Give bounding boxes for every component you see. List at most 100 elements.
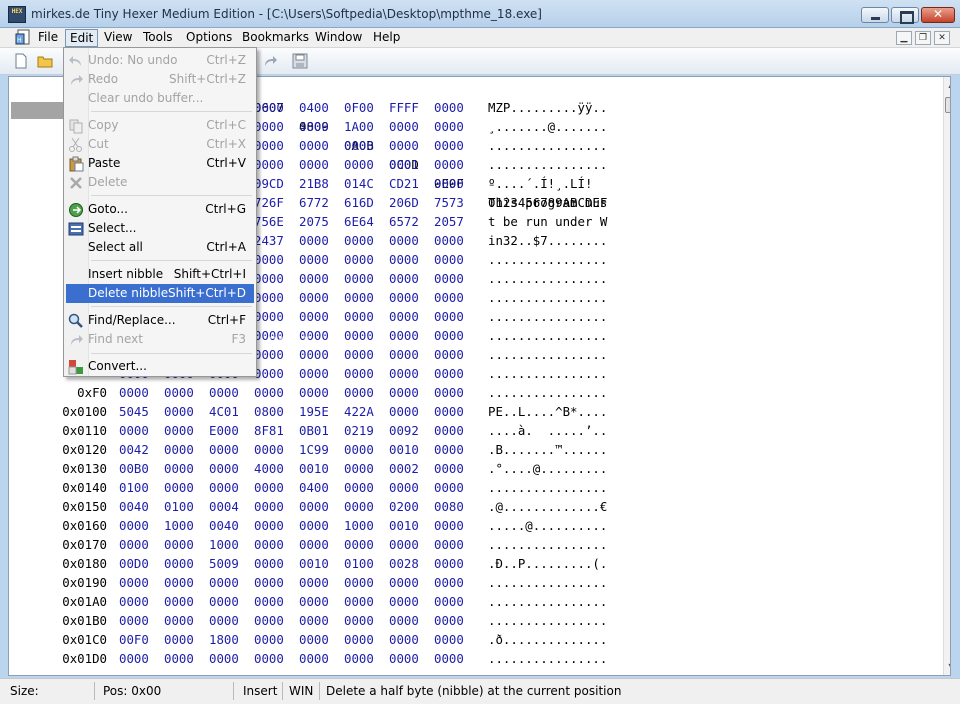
hex-byte-pair[interactable]: 1C99 bbox=[299, 440, 329, 459]
hex-byte-pair[interactable]: 0400 bbox=[299, 98, 329, 117]
hex-byte-pair[interactable]: 1A00 bbox=[344, 117, 374, 136]
hex-row[interactable]: 0xF0 0000 0000 0000 0000 0000 0000 0000 0000....… bbox=[9, 383, 939, 402]
hex-byte-pair[interactable]: 4C01 bbox=[209, 402, 239, 421]
hex-byte-pair[interactable]: 0000 bbox=[254, 592, 284, 611]
hex-byte-pair[interactable]: 0000 bbox=[299, 364, 329, 383]
hex-byte-pair[interactable]: 0000 bbox=[299, 497, 329, 516]
hex-byte-pair[interactable]: 0000 bbox=[344, 250, 374, 269]
hex-byte-pair[interactable]: 0040 bbox=[209, 516, 239, 535]
hex-byte-pair[interactable]: 0000 bbox=[164, 573, 194, 592]
hex-byte-pair[interactable]: 0F00 bbox=[344, 98, 374, 117]
ascii-text[interactable]: PE..L....^B*.... bbox=[488, 402, 607, 421]
hex-byte-pair[interactable]: 1000 bbox=[344, 516, 374, 535]
hex-byte-pair[interactable]: 0000 bbox=[389, 402, 419, 421]
hex-byte-pair[interactable]: 616D bbox=[344, 193, 374, 212]
ascii-text[interactable]: ....à. .....’.. bbox=[488, 421, 607, 440]
hex-byte-pair[interactable]: 0000 bbox=[119, 649, 149, 668]
hex-byte-pair[interactable]: 0000 bbox=[299, 516, 329, 535]
hex-row[interactable]: 0x01B0 0000 0000 0000 0000 0000 0000 0000 0000..… bbox=[9, 611, 939, 630]
hex-byte-pair[interactable]: 0000 bbox=[434, 402, 464, 421]
ascii-text[interactable]: ................ bbox=[488, 288, 607, 307]
hex-byte-pair[interactable]: 0000 bbox=[434, 155, 464, 174]
hex-byte-pair[interactable]: 5009 bbox=[209, 554, 239, 573]
hex-byte-pair[interactable]: 422A bbox=[344, 402, 374, 421]
hex-byte-pair[interactable]: 5045 bbox=[119, 402, 149, 421]
mdi-restore-button[interactable]: ❐ bbox=[915, 31, 931, 45]
ascii-text[interactable]: ................ bbox=[488, 478, 607, 497]
ascii-text[interactable]: .ð.............. bbox=[488, 630, 607, 649]
hex-byte-pair[interactable]: 0000 bbox=[344, 231, 374, 250]
hex-byte-pair[interactable]: 0000 bbox=[164, 402, 194, 421]
hex-byte-pair[interactable]: 0000 bbox=[344, 136, 374, 155]
hex-byte-pair[interactable]: 0000 bbox=[119, 516, 149, 535]
hex-byte-pair[interactable]: 0000 bbox=[389, 326, 419, 345]
hex-byte-pair[interactable]: 0000 bbox=[299, 573, 329, 592]
edit-menu-item-paste[interactable]: Paste Ctrl+V bbox=[66, 154, 254, 173]
redo-arrow-icon[interactable] bbox=[262, 53, 278, 69]
minimize-button[interactable] bbox=[861, 7, 889, 23]
hex-byte-pair[interactable]: 0000 bbox=[119, 611, 149, 630]
menu-window[interactable]: Window bbox=[311, 29, 366, 47]
hex-byte-pair[interactable]: 0042 bbox=[119, 440, 149, 459]
hex-byte-pair[interactable]: 0219 bbox=[344, 421, 374, 440]
hex-byte-pair[interactable]: 6E64 bbox=[344, 212, 374, 231]
hex-byte-pair[interactable]: 2057 bbox=[434, 212, 464, 231]
hex-byte-pair[interactable]: 0000 bbox=[344, 307, 374, 326]
hex-byte-pair[interactable]: 0000 bbox=[299, 630, 329, 649]
hex-byte-pair[interactable]: 0000 bbox=[389, 250, 419, 269]
hex-row[interactable]: 0x01D0 0000 0000 0000 0000 0000 0000 0000 0000..… bbox=[9, 649, 939, 668]
hex-row[interactable]: 0x0180 00D0 0000 5009 0000 0010 0100 0028 0000 .Ð… bbox=[9, 554, 939, 573]
save-disk-icon[interactable] bbox=[292, 53, 308, 69]
hex-byte-pair[interactable]: 0000 bbox=[209, 459, 239, 478]
hex-byte-pair[interactable]: 0000 bbox=[299, 307, 329, 326]
hex-byte-pair[interactable]: 0000 bbox=[389, 269, 419, 288]
hex-byte-pair[interactable]: 09CD bbox=[254, 174, 284, 193]
hex-byte-pair[interactable]: 2437 bbox=[254, 231, 284, 250]
hex-byte-pair[interactable]: 0000 bbox=[209, 440, 239, 459]
hex-byte-pair[interactable]: 0010 bbox=[299, 459, 329, 478]
hex-byte-pair[interactable]: 0000 bbox=[254, 516, 284, 535]
hex-byte-pair[interactable]: 0000 bbox=[254, 269, 284, 288]
hex-byte-pair[interactable]: 195E bbox=[299, 402, 329, 421]
hex-byte-pair[interactable]: 0100 bbox=[119, 478, 149, 497]
menu-view[interactable]: View bbox=[100, 29, 136, 47]
hex-byte-pair[interactable]: 0000 bbox=[434, 554, 464, 573]
ascii-text[interactable]: º....´.Í!¸.LÍ! bbox=[488, 174, 592, 193]
ascii-text[interactable]: This program mus bbox=[488, 193, 607, 212]
hex-byte-pair[interactable]: 0000 bbox=[344, 478, 374, 497]
hex-row[interactable]: 0x0100 5045 0000 4C01 0800 195E 422A 0000 0000 PE… bbox=[9, 402, 939, 421]
hex-byte-pair[interactable]: 0B01 bbox=[299, 421, 329, 440]
hex-byte-pair[interactable]: 0000 bbox=[209, 478, 239, 497]
hex-byte-pair[interactable]: 0000 bbox=[254, 136, 284, 155]
hex-row[interactable]: 0x0160 0000 1000 0040 0000 0000 1000 0010 0000..… bbox=[9, 516, 939, 535]
hex-row[interactable]: 0x0110 0000 0000 E000 8F81 0B01 0219 0092 0000..… bbox=[9, 421, 939, 440]
hex-byte-pair[interactable]: 0200 bbox=[389, 497, 419, 516]
hex-byte-pair[interactable]: 0000 bbox=[164, 649, 194, 668]
hex-byte-pair[interactable]: 0002 bbox=[389, 459, 419, 478]
hex-byte-pair[interactable]: 0000 bbox=[119, 383, 149, 402]
ascii-text[interactable]: .@.............€ bbox=[488, 497, 607, 516]
hex-byte-pair[interactable]: 1800 bbox=[209, 630, 239, 649]
scroll-thumb[interactable] bbox=[945, 97, 950, 113]
hex-byte-pair[interactable]: 0004 bbox=[209, 497, 239, 516]
edit-menu-item-find-replace[interactable]: Find/Replace... Ctrl+F bbox=[66, 311, 254, 330]
ascii-text[interactable]: MZP.........ÿÿ.. bbox=[488, 98, 607, 117]
hex-byte-pair[interactable]: 0000 bbox=[254, 630, 284, 649]
hex-byte-pair[interactable]: 0000 bbox=[344, 592, 374, 611]
hex-byte-pair[interactable]: 0000 bbox=[254, 497, 284, 516]
hex-byte-pair[interactable]: 0000 bbox=[344, 440, 374, 459]
hex-byte-pair[interactable]: 0000 bbox=[344, 459, 374, 478]
hex-byte-pair[interactable]: 0000 bbox=[434, 136, 464, 155]
ascii-text[interactable]: ................ bbox=[488, 535, 607, 554]
ascii-text[interactable]: .....@.......... bbox=[488, 516, 607, 535]
hex-byte-pair[interactable]: 0000 bbox=[344, 649, 374, 668]
hex-byte-pair[interactable]: 0000 bbox=[434, 592, 464, 611]
hex-byte-pair[interactable]: 0001 bbox=[389, 155, 419, 174]
hex-row[interactable]: 0x01A0 0000 0000 0000 0000 0000 0000 0000 0000..… bbox=[9, 592, 939, 611]
hex-byte-pair[interactable]: 0000 bbox=[434, 269, 464, 288]
hex-byte-pair[interactable]: 0000 bbox=[389, 535, 419, 554]
hex-byte-pair[interactable]: 0010 bbox=[389, 516, 419, 535]
hex-byte-pair[interactable]: 0000 bbox=[344, 364, 374, 383]
ascii-text[interactable]: t be run under W bbox=[488, 212, 607, 231]
hex-byte-pair[interactable]: 0000 bbox=[299, 269, 329, 288]
